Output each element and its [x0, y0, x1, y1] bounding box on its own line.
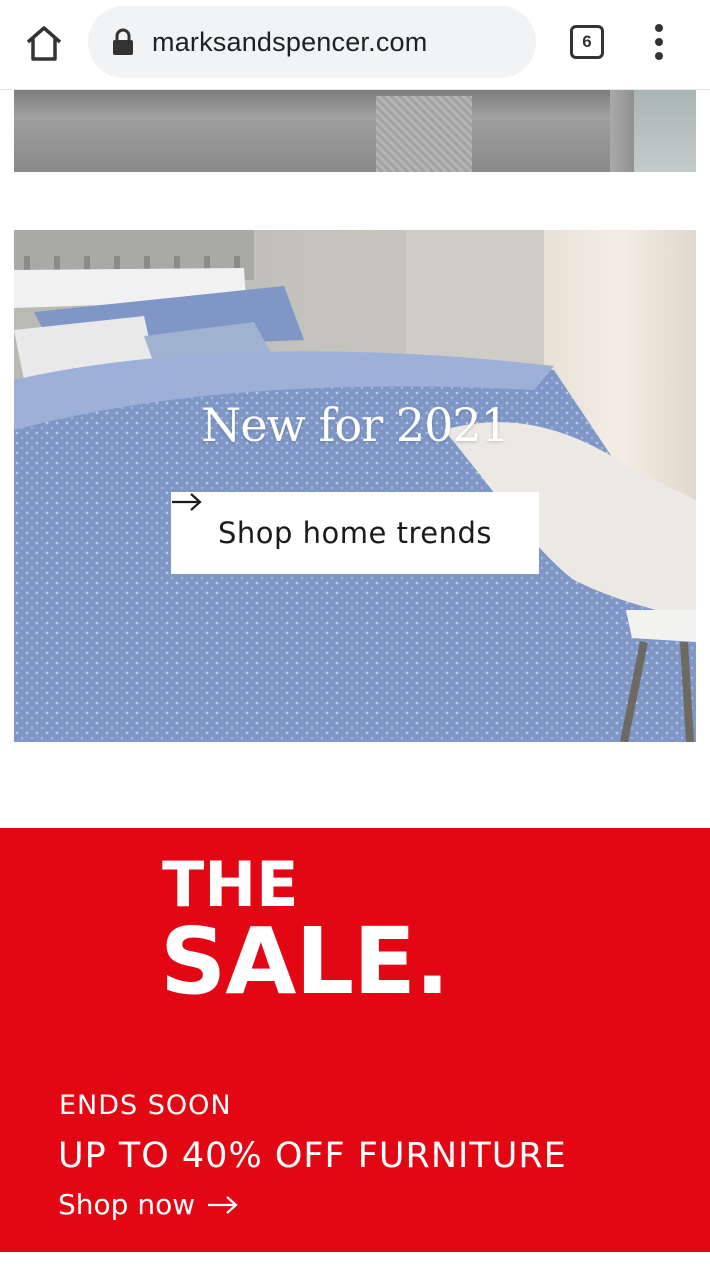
- arrow-right-icon: [172, 493, 202, 511]
- address-bar[interactable]: marksandspencer.com: [88, 6, 536, 78]
- url-text: marksandspencer.com: [152, 27, 428, 57]
- home-trends-banner[interactable]: New for 2021 Shop home trends: [14, 230, 696, 742]
- lock-icon: [113, 28, 133, 55]
- sale-offer-text: UP TO 40% OFF FURNITURE: [58, 1136, 567, 1176]
- home-button[interactable]: [22, 22, 66, 66]
- shop-now-label: Shop now: [58, 1188, 196, 1221]
- sale-ends-text: ENDS SOON: [59, 1090, 232, 1121]
- home-icon: [26, 26, 62, 61]
- bedding-image: [14, 230, 696, 742]
- more-menu-button[interactable]: [646, 24, 672, 64]
- tab-switcher-button[interactable]: 6: [570, 25, 604, 59]
- tab-count: 6: [582, 32, 592, 51]
- arrow-right-icon: [208, 1195, 238, 1214]
- sale-heading-line1: THE: [162, 848, 299, 921]
- sale-banner[interactable]: THE SALE. ENDS SOON UP TO 40% OFF FURNIT…: [0, 828, 710, 1252]
- browser-toolbar: marksandspencer.com 6: [0, 0, 710, 90]
- shop-home-trends-label: Shop home trends: [218, 516, 492, 550]
- towel-product-image[interactable]: [14, 90, 696, 172]
- sale-heading-line2: SALE.: [160, 908, 450, 1015]
- shop-home-trends-button[interactable]: Shop home trends: [171, 492, 539, 574]
- more-vert-icon: [655, 24, 663, 32]
- shop-now-link[interactable]: Shop now: [58, 1188, 239, 1221]
- hero-title: New for 2021: [201, 398, 510, 452]
